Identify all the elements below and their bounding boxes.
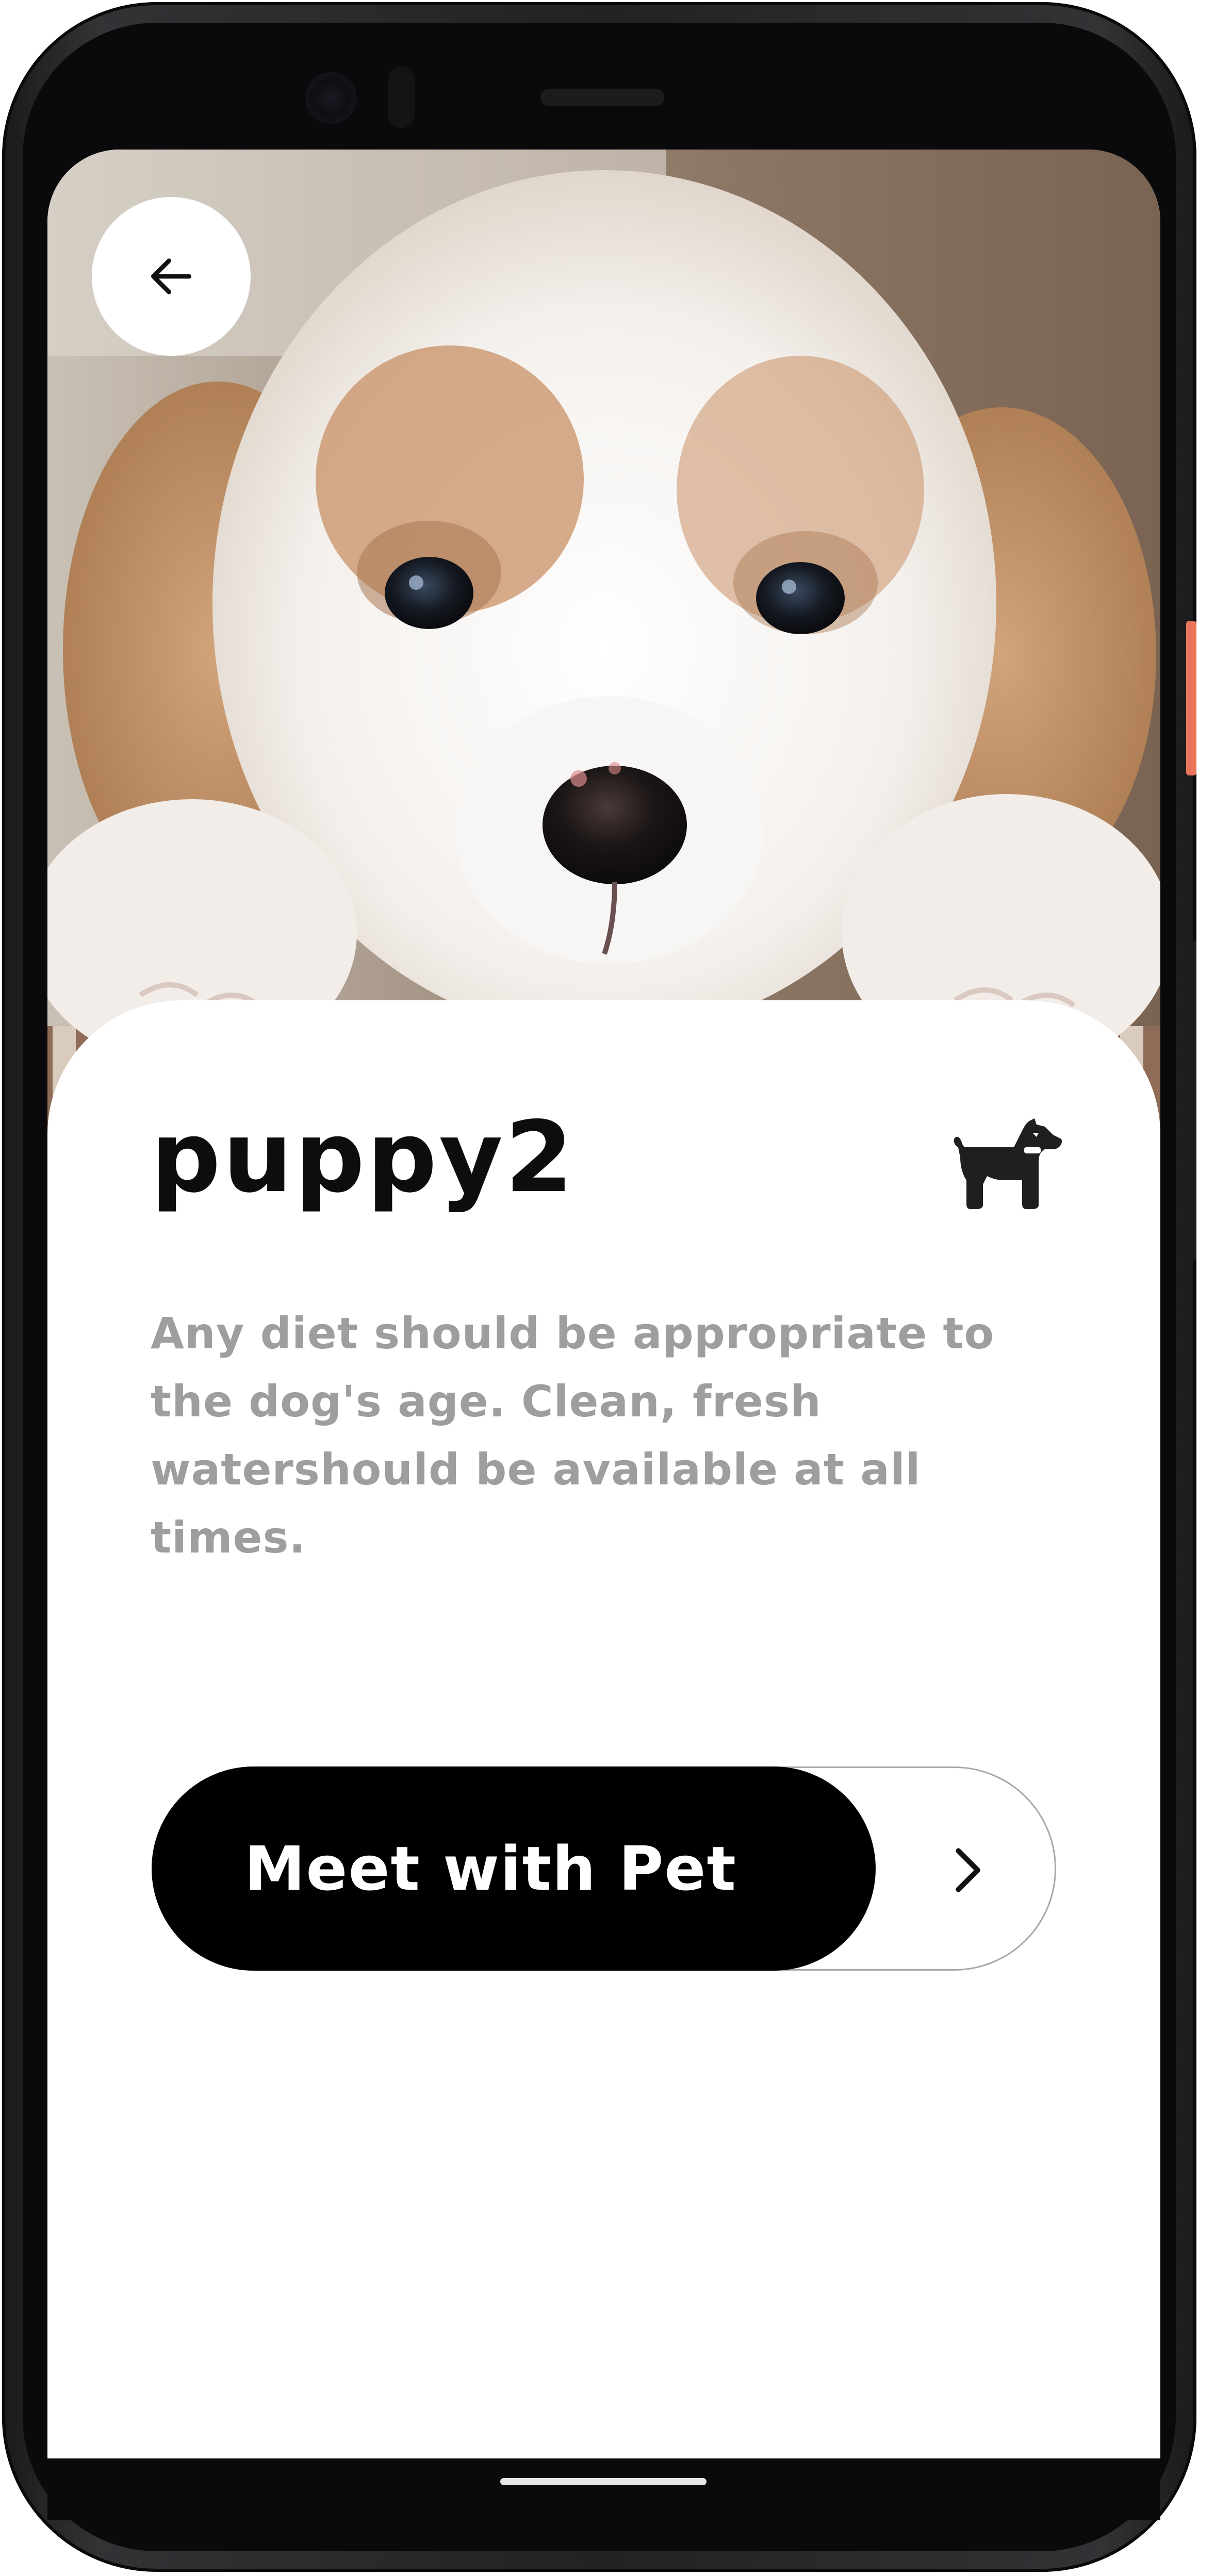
meet-with-pet-pill[interactable]: Meet with Pet (152, 1766, 876, 1971)
chevron-right-icon[interactable] (941, 1844, 993, 1896)
back-button[interactable] (92, 197, 251, 356)
front-camera (305, 72, 357, 124)
earpiece-speaker (540, 89, 664, 106)
meet-with-pet-button[interactable]: Meet with Pet (152, 1766, 1056, 1971)
dog-icon (954, 1118, 1062, 1209)
app-screen: puppy2 Any diet should be appropriate to… (47, 150, 1160, 2459)
bottom-bezel (47, 2458, 1160, 2520)
meet-with-pet-label: Meet with Pet (244, 1833, 737, 1904)
pet-detail-card: puppy2 Any diet should be appropriate to… (47, 1000, 1160, 2459)
volume-button (1186, 940, 1196, 1260)
pet-description: Any diet should be appropriate to the do… (151, 1308, 995, 1563)
home-indicator[interactable] (500, 2478, 707, 2485)
arrow-left-icon (151, 258, 191, 294)
power-button (1186, 621, 1196, 775)
pet-name: puppy2 (151, 1100, 576, 1214)
proximity-sensor (388, 66, 415, 128)
